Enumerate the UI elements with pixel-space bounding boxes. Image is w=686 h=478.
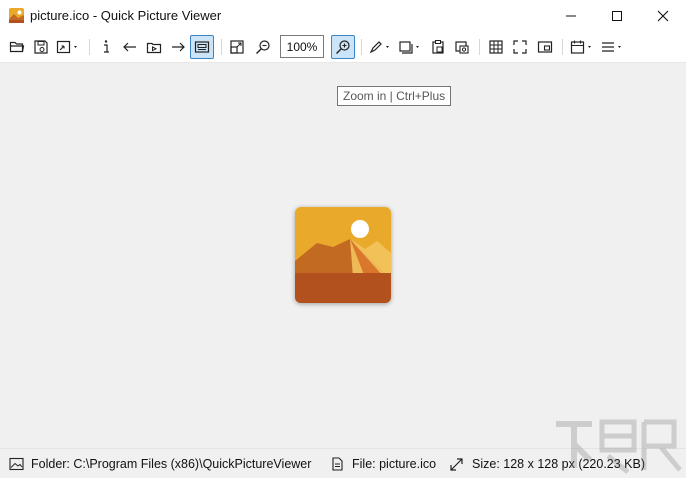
zoom-in-button[interactable] bbox=[331, 35, 355, 59]
export-button[interactable] bbox=[54, 35, 82, 59]
paste-button[interactable] bbox=[428, 35, 448, 59]
minimize-button[interactable] bbox=[548, 0, 594, 31]
tooltip: Zoom in | Ctrl+Plus bbox=[337, 86, 452, 106]
zoom-out-button[interactable] bbox=[252, 35, 274, 59]
maximize-icon bbox=[612, 10, 622, 21]
window-title: picture.ico - Quick Picture Viewer bbox=[30, 8, 222, 23]
crop-button[interactable] bbox=[396, 35, 424, 59]
menu-icon bbox=[602, 42, 621, 52]
zoom-in-icon bbox=[336, 40, 350, 54]
fullscreen-button[interactable] bbox=[510, 35, 530, 59]
landscape-picture-icon bbox=[295, 207, 391, 303]
zoom-value-input[interactable]: 100% bbox=[280, 35, 324, 58]
main-menu-button[interactable] bbox=[598, 35, 626, 59]
toolbar-separator bbox=[361, 39, 362, 55]
toolbar-separator bbox=[562, 39, 563, 55]
toolbar-separator bbox=[89, 39, 90, 55]
info-button[interactable] bbox=[96, 35, 116, 59]
expand-icon bbox=[513, 40, 527, 54]
close-button[interactable] bbox=[640, 0, 686, 31]
picture-in-picture-icon bbox=[537, 41, 553, 53]
paste-icon bbox=[432, 40, 444, 54]
title-bar: picture.ico - Quick Picture Viewer bbox=[0, 0, 686, 31]
open-folder-icon bbox=[9, 41, 25, 53]
previous-button[interactable] bbox=[120, 35, 140, 59]
open-button[interactable] bbox=[6, 35, 28, 59]
grid-icon bbox=[489, 40, 503, 54]
fullscreen-viewer-icon bbox=[194, 41, 210, 53]
zoom-fit-icon bbox=[230, 40, 244, 54]
folder-path: Folder: C:\Program Files (x86)\QuickPict… bbox=[31, 457, 312, 471]
app-icon bbox=[9, 8, 24, 23]
grid-button[interactable] bbox=[486, 35, 506, 59]
zoom-fit-button[interactable] bbox=[226, 35, 248, 59]
save-button[interactable] bbox=[30, 35, 52, 59]
minimize-icon bbox=[566, 15, 576, 16]
maximize-button[interactable] bbox=[594, 0, 640, 31]
zoom-out-icon bbox=[256, 40, 270, 54]
arrow-left-icon bbox=[123, 42, 136, 52]
draw-button[interactable] bbox=[366, 35, 394, 59]
resize-diagonal-icon bbox=[450, 458, 463, 471]
displayed-image bbox=[295, 207, 391, 303]
close-icon bbox=[657, 10, 669, 21]
crop-icon bbox=[399, 41, 419, 54]
slideshow-button[interactable] bbox=[144, 35, 164, 59]
toolbar-separator bbox=[221, 39, 222, 55]
picture-folder-icon bbox=[9, 457, 24, 471]
calendar-icon bbox=[570, 40, 591, 54]
toolbar: 100% bbox=[0, 31, 686, 63]
picture-in-picture-button[interactable] bbox=[534, 35, 556, 59]
toolbar-separator bbox=[479, 39, 480, 55]
info-icon bbox=[104, 40, 109, 53]
draw-icon bbox=[369, 41, 389, 54]
export-image-icon bbox=[56, 40, 77, 54]
file-name: File: picture.ico bbox=[352, 457, 437, 471]
save-icon bbox=[34, 40, 48, 54]
next-button[interactable] bbox=[168, 35, 188, 59]
screenshot-button[interactable] bbox=[452, 35, 472, 59]
calendar-button[interactable] bbox=[568, 35, 596, 59]
arrow-right-icon bbox=[172, 42, 185, 52]
watermark-logo bbox=[556, 419, 682, 474]
screenshot-icon bbox=[455, 41, 469, 54]
slideshow-icon bbox=[146, 42, 162, 54]
file-icon bbox=[332, 457, 343, 471]
viewer-mode-button[interactable] bbox=[190, 35, 214, 59]
